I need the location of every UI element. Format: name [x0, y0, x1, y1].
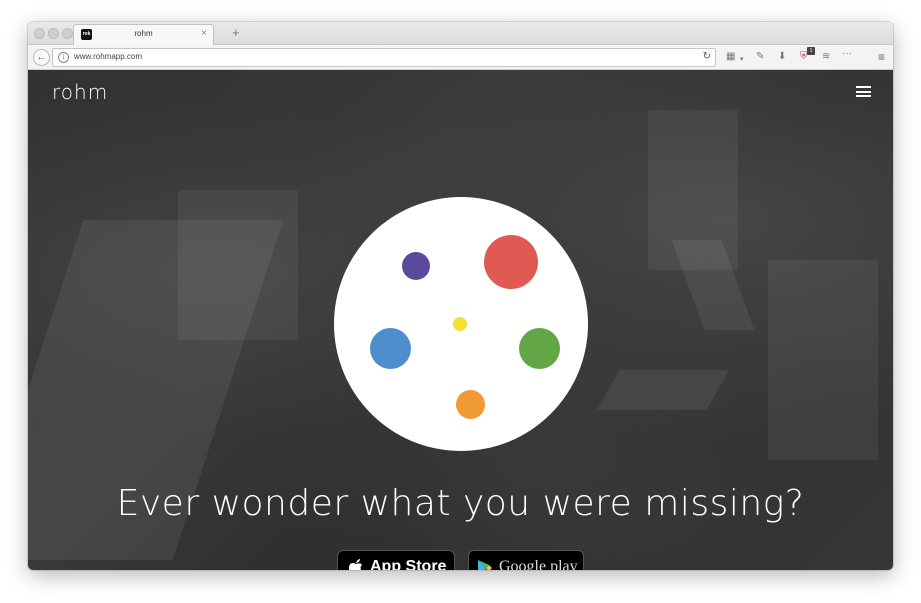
- google-play-icon: [478, 560, 492, 570]
- red-dot: [484, 235, 538, 289]
- back-button[interactable]: ←: [33, 49, 50, 66]
- addon-badge: 1: [807, 47, 815, 55]
- app-store-label: App Store: [370, 558, 447, 570]
- info-icon[interactable]: i: [58, 52, 69, 63]
- blue-dot: [370, 328, 411, 369]
- reader-view-icon[interactable]: ▦: [726, 50, 735, 64]
- tab-close-icon[interactable]: ×: [201, 28, 207, 40]
- url-bar[interactable]: i www.rohmapp.com ↻: [52, 48, 716, 67]
- minimize-window-button[interactable]: [48, 28, 59, 39]
- tab-bar: rok rohm × +: [28, 22, 893, 45]
- new-tab-button[interactable]: +: [232, 25, 240, 40]
- apple-icon: [349, 559, 362, 570]
- orange-dot: [456, 390, 485, 419]
- nav-bar: ← i www.rohmapp.com ↻ ▦ ▾ ✎ ⬇ ⛨ 1 ≋ ··· …: [28, 45, 893, 70]
- hamburger-menu-icon[interactable]: [856, 86, 871, 97]
- tab-rohm[interactable]: rok rohm ×: [73, 24, 214, 45]
- hero-headline: Ever wonder what you were missing?: [116, 483, 805, 524]
- reload-icon[interactable]: ↻: [703, 51, 711, 62]
- download-icon[interactable]: ⬇: [778, 50, 786, 64]
- google-play-label: Google play: [499, 558, 578, 570]
- hero-circle: [334, 197, 588, 451]
- close-window-button[interactable]: [34, 28, 45, 39]
- background-crosswalk: [671, 240, 755, 330]
- overflow-icon[interactable]: ···: [842, 47, 852, 61]
- rohm-logo[interactable]: rohm: [52, 80, 108, 104]
- zoom-window-button[interactable]: [62, 28, 73, 39]
- dropdown-icon[interactable]: ▾: [740, 53, 744, 67]
- background-building: [768, 260, 878, 460]
- background-crosswalk: [596, 370, 730, 410]
- hero-section: rohm Ever wonder what you were missing? …: [28, 70, 893, 570]
- yellow-dot: [453, 317, 467, 331]
- tab-title: rohm: [134, 29, 153, 38]
- background-building: [178, 190, 298, 340]
- pocket-icon[interactable]: ≋: [822, 50, 830, 64]
- purple-dot: [402, 252, 430, 280]
- app-store-button[interactable]: App Store: [337, 550, 455, 570]
- green-dot: [519, 328, 560, 369]
- wrench-icon[interactable]: ✎: [756, 50, 764, 64]
- google-play-button[interactable]: Google play: [468, 550, 584, 570]
- browser-window: rok rohm × + ← i www.rohmapp.com ↻ ▦ ▾ ✎…: [28, 22, 893, 570]
- url-text[interactable]: www.rohmapp.com: [74, 52, 142, 61]
- menu-icon[interactable]: ≡: [878, 50, 885, 64]
